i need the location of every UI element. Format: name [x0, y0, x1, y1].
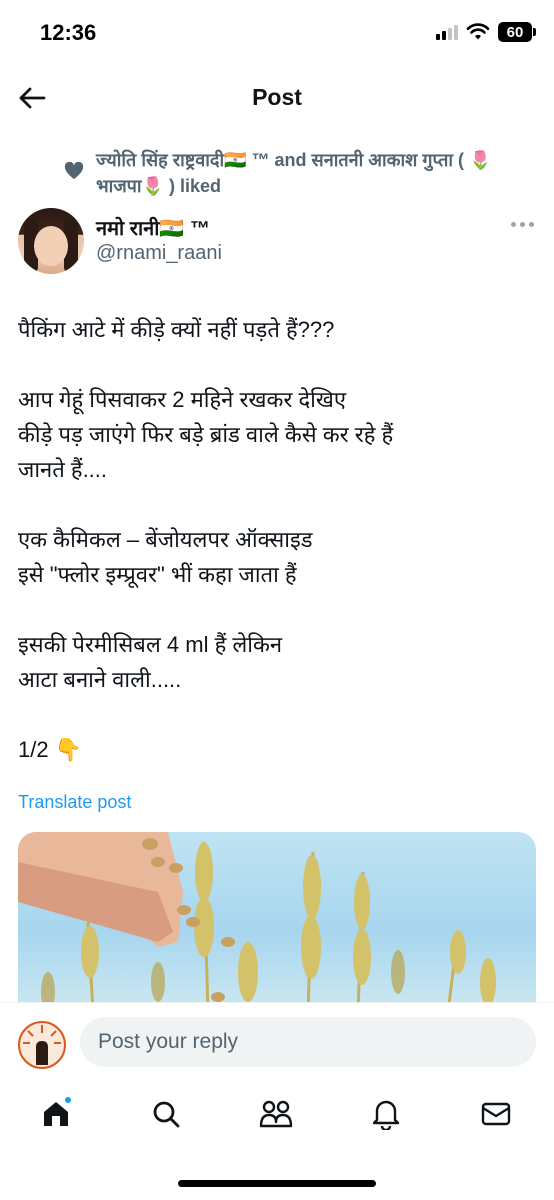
more-icon[interactable] — [511, 222, 534, 227]
nav-search[interactable] — [146, 1094, 186, 1134]
header: Post — [0, 70, 554, 126]
status-time: 12:36 — [40, 20, 97, 45]
home-indicator — [178, 1180, 376, 1187]
nav-messages[interactable] — [476, 1094, 516, 1134]
wheat-image — [18, 832, 496, 1012]
page-title: Post — [252, 84, 302, 110]
user-avatar[interactable] — [18, 1021, 66, 1069]
nav-communities[interactable] — [256, 1094, 296, 1134]
signal-icon — [436, 24, 458, 40]
communities-icon — [259, 1100, 293, 1128]
bell-icon — [372, 1100, 400, 1130]
status-icons: 60 — [436, 22, 536, 42]
wifi-icon — [466, 23, 490, 40]
author-handle[interactable]: @rnami_raani — [96, 242, 222, 265]
avatar[interactable] — [18, 208, 84, 274]
translate-post-link[interactable]: Translate post — [18, 792, 131, 813]
search-icon — [153, 1101, 180, 1128]
notification-dot — [64, 1096, 72, 1104]
heart-icon — [64, 162, 84, 180]
liked-by-text[interactable]: ज्योति सिंह राष्ट्रवादी🇮🇳 ™ and सनातनी आ… — [96, 147, 536, 199]
author-name[interactable]: नमो रानी🇮🇳 ™ — [96, 214, 210, 241]
status-bar: 12:36 60 — [0, 0, 554, 62]
reply-input[interactable]: Post your reply — [80, 1017, 536, 1067]
nav-notifications[interactable] — [366, 1094, 406, 1134]
mail-icon — [481, 1102, 511, 1126]
bottom-nav — [0, 1082, 554, 1146]
reply-bar: Post your reply — [0, 1002, 554, 1080]
battery-icon: 60 — [498, 22, 536, 42]
nav-home[interactable] — [36, 1094, 76, 1134]
post-image[interactable] — [18, 832, 536, 1012]
post-text: पैकिंग आटे में कीड़े क्यों नहीं पड़ते है… — [18, 317, 394, 762]
